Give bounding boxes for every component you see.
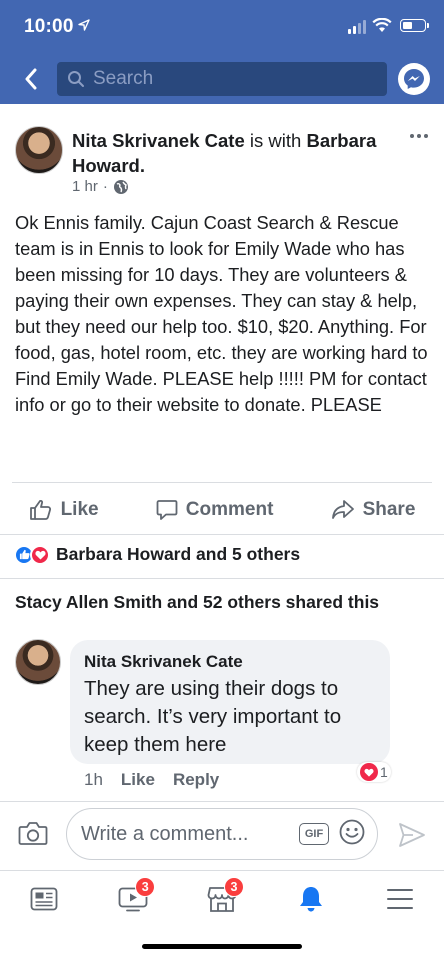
- post-author-name[interactable]: Nita Skrivanek Cate: [72, 130, 245, 151]
- shares-text[interactable]: Stacy Allen Smith and 52 others shared t…: [15, 592, 379, 613]
- watch-badge: 3: [135, 877, 156, 897]
- search-placeholder: Search: [93, 68, 154, 89]
- divider: [0, 801, 444, 802]
- wifi-icon: [372, 17, 392, 38]
- camera-icon: [18, 822, 48, 845]
- like-button[interactable]: Like: [29, 499, 99, 521]
- comment-reply-button[interactable]: Reply: [173, 770, 219, 790]
- tab-watch[interactable]: 3: [113, 877, 156, 919]
- reaction-icons: [14, 544, 50, 565]
- app-header: 10:00 Search: [0, 0, 444, 104]
- status-time: 10:00: [24, 16, 74, 37]
- thumbs-up-icon: [29, 499, 51, 520]
- tab-news-feed[interactable]: [24, 879, 64, 919]
- marketplace-badge: 3: [223, 877, 244, 897]
- comment-reaction-count: 1: [380, 764, 388, 780]
- back-button[interactable]: [16, 64, 46, 94]
- comment-input-placeholder: Write a comment...: [81, 822, 249, 845]
- with-text: is with: [249, 130, 302, 151]
- reactions-summary[interactable]: Barbara Howard and 5 others: [14, 544, 300, 565]
- comment-input[interactable]: Write a comment... GIF: [66, 808, 378, 860]
- post-author-avatar-wrap: [15, 126, 63, 174]
- comment-text: They are using their dogs to search. It’…: [84, 677, 342, 756]
- battery-icon: [400, 19, 429, 32]
- divider: [0, 534, 444, 535]
- tab-notifications[interactable]: [291, 879, 331, 919]
- chevron-left-icon: [25, 68, 37, 90]
- messenger-button[interactable]: [398, 63, 430, 95]
- send-button[interactable]: [398, 822, 426, 853]
- tab-marketplace[interactable]: 3: [202, 877, 244, 919]
- globe-icon: [113, 179, 128, 194]
- bottom-tab-bar: 3 3: [0, 874, 444, 924]
- smiley-icon: [339, 819, 365, 844]
- send-arrow-icon: [399, 823, 425, 847]
- news-feed-icon: [30, 887, 58, 911]
- post-body: Ok Ennis family. Cajun Coast Search & Re…: [15, 212, 428, 415]
- nav-bar: Search: [0, 60, 444, 98]
- comment-meta: 1h Like Reply: [84, 770, 219, 790]
- bell-icon: [299, 887, 322, 912]
- share-arrow-icon: [331, 500, 354, 519]
- comment-like-button[interactable]: Like: [121, 770, 155, 790]
- divider: [12, 482, 432, 483]
- share-label: Share: [362, 499, 416, 520]
- post-time[interactable]: 1 hr: [72, 178, 98, 195]
- love-reaction-icon: [30, 544, 50, 565]
- tab-menu[interactable]: [380, 879, 420, 919]
- post-meta: 1 hr ·: [72, 178, 129, 195]
- reactions-text: Barbara Howard and 5 others: [56, 544, 301, 564]
- divider: [0, 870, 444, 871]
- messenger-icon: [404, 69, 424, 89]
- like-label: Like: [60, 499, 99, 520]
- search-icon: [68, 71, 84, 87]
- comment-label: Comment: [185, 499, 274, 520]
- love-reaction-icon: [360, 763, 378, 781]
- gif-button[interactable]: GIF: [299, 823, 329, 845]
- comment-reaction-badge[interactable]: 1: [357, 762, 391, 782]
- location-arrow-icon: [78, 18, 90, 36]
- share-button[interactable]: Share: [331, 499, 416, 521]
- meta-dot: ·: [102, 178, 108, 195]
- hamburger-menu-icon: [386, 889, 413, 909]
- emoji-button[interactable]: [339, 819, 365, 850]
- comment-bubble-icon: [156, 500, 178, 520]
- post-actions: Like Comment Share: [0, 488, 444, 532]
- comment-author[interactable]: Nita Skrivanek Cate: [84, 652, 376, 672]
- search-input[interactable]: Search: [57, 62, 387, 96]
- avatar[interactable]: [15, 126, 63, 174]
- more-options-button[interactable]: [410, 134, 428, 138]
- divider: [0, 578, 444, 579]
- comment-avatar[interactable]: [15, 639, 61, 685]
- comment-bubble: Nita Skrivanek Cate They are using their…: [70, 640, 390, 764]
- post-header: Nita Skrivanek Cate is with Barbara Howa…: [72, 128, 402, 178]
- status-bar: 10:00: [0, 12, 444, 44]
- comment-time: 1h: [84, 770, 103, 789]
- home-indicator: [142, 944, 302, 949]
- comment-button[interactable]: Comment: [156, 499, 274, 521]
- camera-button[interactable]: [18, 820, 48, 851]
- cellular-signal-icon: [348, 20, 366, 34]
